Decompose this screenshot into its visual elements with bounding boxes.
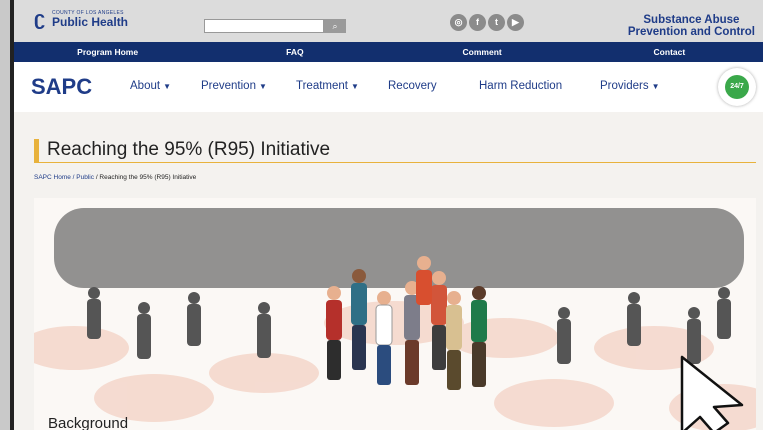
menu-treatment[interactable]: Treatment ▼ [296,80,359,92]
logo-text: Public Health [52,14,129,29]
site-title[interactable]: Substance Abuse Prevention and Control [628,14,755,38]
nav-contact[interactable]: Contact [576,42,763,62]
phone-24-7-button[interactable]: 24/7 [718,68,756,106]
mouse-pointer-icon [680,355,744,430]
site-title-line2: Prevention and Control [627,26,755,38]
menu-treatment-label: Treatment [296,80,348,92]
youtube-icon[interactable]: ▶ [507,14,524,31]
menu-about[interactable]: About ▼ [130,80,171,92]
search-input[interactable] [204,19,324,33]
menu-providers[interactable]: Providers ▼ [600,80,660,92]
menu-prevention-label: Prevention [201,80,256,92]
site-title-line1: Substance Abuse [643,14,740,26]
breadcrumb-current: / Reaching the 95% (R95) Initiative [95,174,197,181]
caret-down-icon: ▼ [651,82,660,91]
search-button[interactable]: ⌕ [324,19,346,33]
breadcrumb-home[interactable]: SAPC Home / [34,174,74,181]
instagram-icon[interactable]: ◎ [450,14,467,31]
page-title: Reaching the 95% (R95) Initiative [47,139,331,160]
page-title-block: Reaching the 95% (R95) Initiative [34,139,756,163]
county-seal-icon: ʗ [34,8,46,30]
caret-down-icon: ▼ [350,82,359,91]
main-navigation: SAPC About ▼ Prevention ▼ Treatment ▼ Recov… [14,62,763,112]
top-navbar: Program Home FAQ Comment Contact [14,42,763,62]
caret-down-icon: ▼ [163,82,171,91]
utility-header: ʗ COUNTY OF LOS ANGELES Public Health ⌕ … [14,0,763,42]
menu-recovery-label: Recovery [388,80,437,92]
page-content: Reaching the 95% (R95) Initiative SAPC H… [14,112,763,430]
facebook-icon[interactable]: f [469,14,486,31]
social-links: ◎ f t ▶ [450,14,524,31]
menu-providers-label: Providers [600,80,649,92]
menu-prevention[interactable]: Prevention ▼ [201,80,267,92]
search-bar: ⌕ [204,19,346,33]
section-heading: Background [48,415,129,430]
twitter-icon[interactable]: t [488,14,505,31]
nav-faq[interactable]: FAQ [201,42,388,62]
caret-down-icon: ▼ [258,82,267,91]
sapc-brand[interactable]: SAPC [31,74,92,100]
browser-page: ʗ COUNTY OF LOS ANGELES Public Health ⌕ … [10,0,763,430]
breadcrumb: SAPC Home / Public / Reaching the 95% (R… [34,174,196,181]
crowd-illustration [34,198,756,430]
menu-harm-reduction-label: Harm Reduction [479,80,563,92]
menu-harm-reduction[interactable]: Harm Reduction [479,80,562,92]
menu-recovery[interactable]: Recovery [388,80,437,92]
menu-about-label: About [130,80,161,92]
crowd-image [34,208,756,430]
breadcrumb-public[interactable]: Public [76,174,94,181]
phone-icon: 24/7 [725,75,749,99]
nav-program-home[interactable]: Program Home [14,42,201,62]
nav-comment[interactable]: Comment [389,42,576,62]
public-health-logo[interactable]: ʗ COUNTY OF LOS ANGELES Public Health [34,8,128,30]
